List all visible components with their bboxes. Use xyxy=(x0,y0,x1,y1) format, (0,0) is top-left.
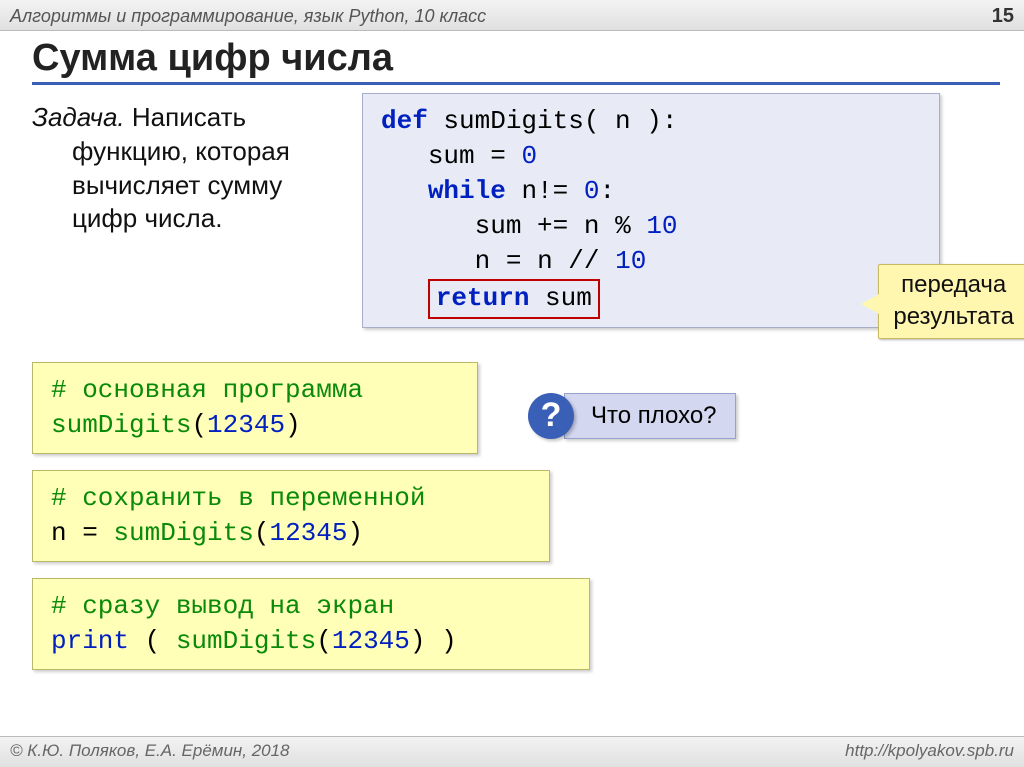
lit-10b: 10 xyxy=(615,246,646,276)
v-n: n xyxy=(584,211,600,241)
b3-comment: # сразу вывод на экран xyxy=(51,589,571,624)
b3-arg: 12345 xyxy=(332,626,410,656)
b3-print: print xyxy=(51,626,129,656)
b1-open: ( xyxy=(191,410,207,440)
b2-close: ) xyxy=(347,518,363,548)
task-label: Задача. xyxy=(32,102,125,132)
course-title: Алгоритмы и программирование, язык Pytho… xyxy=(10,6,486,27)
footer-left: © К.Ю. Поляков, Е.А. Ерёмин, 2018 xyxy=(10,741,290,763)
task-body-rest: функцию, которая вычисляет сумму цифр чи… xyxy=(32,135,332,236)
v-n3: n xyxy=(537,246,553,276)
b2-arg: 12345 xyxy=(269,518,347,548)
callout-result: передача результата xyxy=(878,264,1024,339)
footer-right: http://kpolyakov.spb.ru xyxy=(845,741,1014,763)
v-sum: sum xyxy=(428,141,475,171)
v-sum2: sum xyxy=(475,211,522,241)
code-block-1: # основная программа sumDigits(12345) xyxy=(32,362,478,454)
question-row: ? Что плохо? xyxy=(528,393,736,439)
lit-10a: 10 xyxy=(646,211,677,241)
op-fdiv: // xyxy=(568,246,599,276)
question-icon: ? xyxy=(528,393,574,439)
b3-o2: ( xyxy=(316,626,332,656)
main-code: def sumDigits( n ): sum = 0 while n!= 0:… xyxy=(362,93,940,328)
question-box: Что плохо? xyxy=(564,393,736,439)
page-number: 15 xyxy=(992,5,1014,28)
task-body-first: Написать xyxy=(132,102,246,132)
kw-while: while xyxy=(428,176,506,206)
colon: : xyxy=(599,176,615,206)
b2-comment: # сохранить в переменной xyxy=(51,481,531,516)
code-block-3: # сразу вывод на экран print ( sumDigits… xyxy=(32,578,590,670)
slide-header: Алгоритмы и программирование, язык Pytho… xyxy=(0,0,1024,31)
callout-l1: передача xyxy=(893,269,1014,301)
b2-fn: sumDigits xyxy=(113,518,253,548)
fn-sig: sumDigits( n ): xyxy=(443,106,677,136)
b3-c1: ) xyxy=(426,626,457,656)
b1-comment: # основная программа xyxy=(51,373,459,408)
op-plus-eq: += xyxy=(537,211,568,241)
kw-return: return xyxy=(436,283,530,313)
b3-o1: ( xyxy=(129,626,176,656)
b3-c2: ) xyxy=(410,626,426,656)
slide-footer: © К.Ю. Поляков, Е.А. Ерёмин, 2018 http:/… xyxy=(0,736,1024,767)
ret-val: sum xyxy=(545,283,592,313)
b3-fn: sumDigits xyxy=(176,626,316,656)
op-assign2: = xyxy=(506,246,522,276)
return-box: return sum xyxy=(428,279,600,318)
title-underline xyxy=(32,82,1000,85)
code-block-2: # сохранить в переменной n = sumDigits(1… xyxy=(32,470,550,562)
op-assign: = xyxy=(490,141,506,171)
cond-zero: 0 xyxy=(584,176,600,206)
lit-0: 0 xyxy=(521,141,537,171)
op-mod: % xyxy=(615,211,631,241)
b2-lhs: n = xyxy=(51,518,113,548)
slide-title: Сумма цифр числа xyxy=(32,37,1000,80)
question-mark: ? xyxy=(541,396,562,435)
b1-arg: 12345 xyxy=(207,410,285,440)
task-text: Задача. Написать функцию, которая вычисл… xyxy=(32,93,332,328)
b2-open: ( xyxy=(254,518,270,548)
callout-l2: результата xyxy=(893,301,1014,333)
b1-close: ) xyxy=(285,410,301,440)
v-n2: n xyxy=(475,246,491,276)
b1-fn: sumDigits xyxy=(51,410,191,440)
kw-def: def xyxy=(381,106,428,136)
cond-left: n!= xyxy=(521,176,568,206)
